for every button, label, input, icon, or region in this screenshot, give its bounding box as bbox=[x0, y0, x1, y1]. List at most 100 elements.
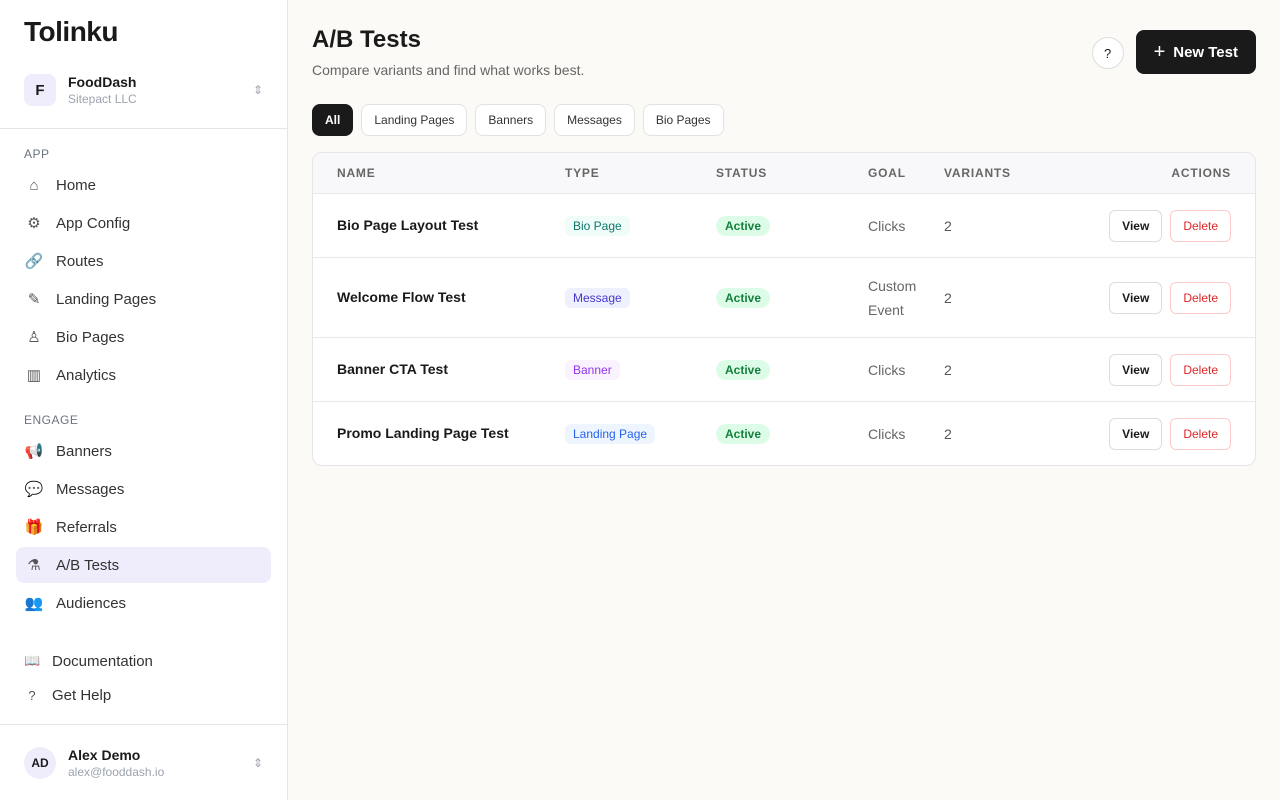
user-avatar: AD bbox=[24, 746, 56, 779]
delete-button[interactable]: Delete bbox=[1170, 417, 1231, 450]
sidebar-item-messages[interactable]: 💬 Messages bbox=[16, 471, 271, 507]
sidebar-item-label: Messages bbox=[56, 480, 125, 498]
variants-count: 2 bbox=[944, 289, 952, 306]
main: A/B Tests Compare variants and find what … bbox=[288, 0, 1280, 800]
table-row: Promo Landing Page Test Landing Page Act… bbox=[313, 401, 1255, 465]
type-badge: Bio Page bbox=[565, 215, 630, 236]
header-name: NAME bbox=[337, 166, 376, 180]
sidebar-item-audiences[interactable]: 👥 Audiences bbox=[16, 585, 271, 621]
sidebar-item-documentation[interactable]: 📖 Documentation bbox=[16, 645, 271, 677]
sidebar-item-label: A/B Tests bbox=[56, 556, 120, 574]
sidebar-item-label: Get Help bbox=[52, 686, 112, 704]
goal: Clicks bbox=[868, 361, 906, 378]
test-name[interactable]: Promo Landing Page Test bbox=[337, 425, 509, 441]
filter-banners[interactable]: Banners bbox=[475, 104, 547, 136]
analytics-icon: ▥ bbox=[26, 367, 42, 384]
get-help-icon: ? bbox=[28, 687, 36, 703]
variants-count: 2 bbox=[944, 361, 952, 378]
org-avatar: F bbox=[24, 74, 56, 106]
org-company: Sitepact LLC bbox=[68, 92, 137, 106]
messages-icon: 💬 bbox=[24, 481, 44, 498]
type-badge: Message bbox=[565, 287, 630, 308]
tests-table: NAME TYPE STATUS GOAL VARIANTS ACTIONS B… bbox=[312, 152, 1256, 466]
table-header: NAME TYPE STATUS GOAL VARIANTS ACTIONS bbox=[313, 153, 1255, 193]
sidebar-item-label: Audiences bbox=[56, 594, 127, 612]
user-name: Alex Demo bbox=[68, 746, 141, 763]
bio-pages-icon: ♙ bbox=[27, 329, 41, 346]
test-name[interactable]: Banner CTA Test bbox=[337, 361, 448, 377]
delete-button[interactable]: Delete bbox=[1170, 209, 1231, 242]
filter-tabs: All Landing Pages Banners Messages Bio Pages bbox=[312, 104, 1256, 136]
new-test-label: New Test bbox=[1173, 43, 1238, 61]
referrals-icon: 🎁 bbox=[24, 519, 44, 536]
header-variants: VARIANTS bbox=[944, 166, 1011, 180]
sidebar-item-banners[interactable]: 📢 Banners bbox=[16, 433, 271, 469]
type-badge: Banner bbox=[565, 359, 620, 380]
table-row: Welcome Flow Test Message Active Custom … bbox=[313, 257, 1255, 337]
sidebar-item-analytics[interactable]: ▥ Analytics bbox=[16, 357, 271, 393]
sidebar-item-landing-pages[interactable]: ✎ Landing Pages bbox=[16, 281, 271, 317]
chevron-updown-icon: ⇕ bbox=[252, 755, 263, 770]
user-email: alex@fooddash.io bbox=[68, 764, 165, 779]
banners-icon: 📢 bbox=[24, 443, 44, 460]
help-button[interactable]: ? bbox=[1091, 37, 1124, 69]
header-goal: GOAL bbox=[868, 166, 906, 180]
header-status: STATUS bbox=[716, 166, 768, 180]
view-button[interactable]: View bbox=[1109, 209, 1163, 242]
test-name[interactable]: Bio Page Layout Test bbox=[337, 217, 478, 233]
variants-count: 2 bbox=[944, 217, 952, 234]
landing-pages-icon: ✎ bbox=[27, 291, 41, 308]
filter-bio-pages[interactable]: Bio Pages bbox=[642, 104, 724, 136]
status-badge: Active bbox=[716, 287, 771, 308]
page-title: A/B Tests bbox=[312, 26, 421, 53]
chevron-updown-icon: ⇕ bbox=[252, 83, 263, 97]
sidebar-item-label: Bio Pages bbox=[56, 328, 125, 346]
test-name[interactable]: Welcome Flow Test bbox=[337, 289, 466, 305]
view-button[interactable]: View bbox=[1109, 417, 1163, 450]
routes-icon: 🔗 bbox=[24, 253, 44, 270]
user-menu[interactable]: AD Alex Demo alex@fooddash.io ⇕ bbox=[0, 724, 287, 800]
audiences-icon: 👥 bbox=[24, 595, 44, 612]
status-badge: Active bbox=[716, 215, 771, 236]
delete-button[interactable]: Delete bbox=[1170, 281, 1231, 314]
app-config-icon: ⚙ bbox=[27, 215, 41, 232]
filter-all[interactable]: All bbox=[312, 104, 354, 136]
filter-messages[interactable]: Messages bbox=[554, 104, 635, 136]
header-type: TYPE bbox=[565, 166, 600, 180]
sidebar-item-get-help[interactable]: ? Get Help bbox=[16, 679, 271, 711]
org-name: FoodDash bbox=[68, 74, 137, 90]
sidebar-item-label: Landing Pages bbox=[56, 290, 157, 308]
view-button[interactable]: View bbox=[1109, 281, 1163, 314]
sidebar-item-app-config[interactable]: ⚙ App Config bbox=[16, 205, 271, 241]
header-actions: ACTIONS bbox=[1171, 166, 1231, 180]
sidebar-item-label: Analytics bbox=[56, 366, 117, 384]
page-subtitle: Compare variants and find what works bes… bbox=[312, 62, 585, 78]
sidebar-item-a-b-tests[interactable]: ⚗ A/B Tests bbox=[16, 547, 271, 583]
org-switcher[interactable]: F FoodDash Sitepact LLC ⇕ bbox=[0, 72, 287, 108]
sidebar-item-label: Home bbox=[56, 176, 97, 194]
a-b-tests-icon: ⚗ bbox=[27, 557, 41, 574]
goal: Custom Event bbox=[868, 277, 917, 318]
table-row: Banner CTA Test Banner Active Clicks 2 V… bbox=[313, 337, 1255, 401]
status-badge: Active bbox=[716, 423, 771, 444]
sidebar: Tolinku F FoodDash Sitepact LLC ⇕ APP ⌂ Hom… bbox=[0, 0, 288, 800]
type-badge: Landing Page bbox=[565, 423, 656, 444]
view-button[interactable]: View bbox=[1109, 353, 1163, 386]
logo: Tolinku bbox=[24, 16, 118, 47]
sidebar-item-label: Documentation bbox=[52, 652, 153, 670]
section-label: APP bbox=[24, 147, 50, 161]
section-label: ENGAGE bbox=[24, 413, 79, 427]
variants-count: 2 bbox=[944, 425, 952, 442]
sidebar-item-label: Routes bbox=[56, 252, 104, 270]
filter-landing-pages[interactable]: Landing Pages bbox=[361, 104, 468, 136]
plus-icon: + bbox=[1153, 40, 1166, 63]
delete-button[interactable]: Delete bbox=[1170, 353, 1231, 386]
documentation-icon: 📖 bbox=[24, 653, 41, 668]
status-badge: Active bbox=[716, 359, 771, 380]
sidebar-item-routes[interactable]: 🔗 Routes bbox=[16, 243, 271, 279]
new-test-button[interactable]: + New Test bbox=[1135, 30, 1256, 74]
sidebar-item-referrals[interactable]: 🎁 Referrals bbox=[16, 509, 271, 545]
sidebar-item-label: App Config bbox=[56, 214, 131, 232]
sidebar-item-bio-pages[interactable]: ♙ Bio Pages bbox=[16, 319, 271, 355]
sidebar-item-home[interactable]: ⌂ Home bbox=[16, 167, 271, 203]
